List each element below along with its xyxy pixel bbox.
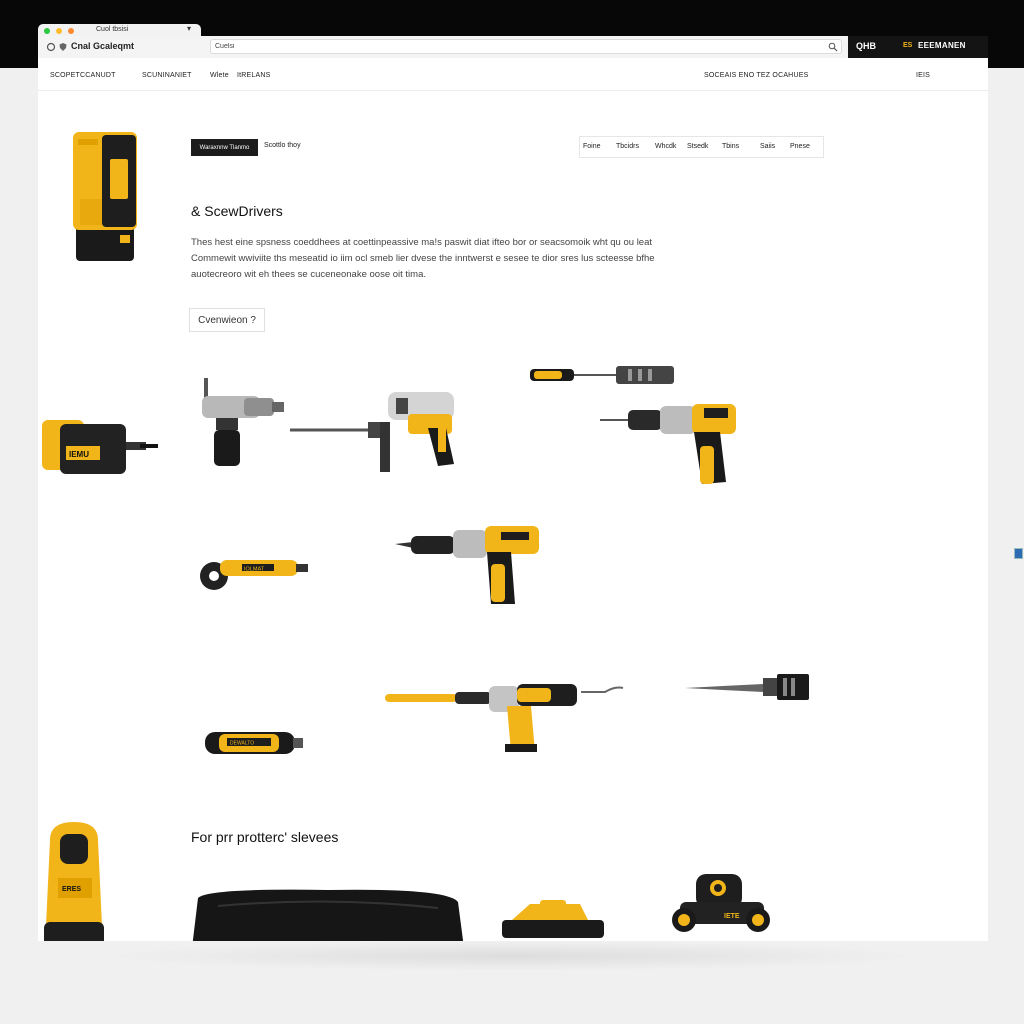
hammer-drill-icon[interactable] — [198, 374, 288, 470]
filter-item-1[interactable]: Foine — [583, 143, 601, 150]
grinder-icon[interactable]: IOLMAT — [198, 556, 310, 600]
account-prefix: ES — [903, 42, 913, 49]
web-page: Cnal Gcaleqmt QHB ES EEEMANEN SCOPETCCAN… — [38, 36, 988, 941]
sander-icon[interactable] — [500, 896, 606, 940]
filter-item-2[interactable]: Tbcidrs — [616, 143, 639, 150]
site-label: Cnal Gcaleqmt — [71, 41, 135, 51]
page-shadow — [100, 941, 924, 971]
window-dot-yellow[interactable] — [56, 28, 62, 34]
vehicle-icon[interactable]: IETE — [666, 872, 776, 934]
filter-item-3[interactable]: Whcdk — [655, 143, 676, 150]
address-bar: Cnal Gcaleqmt — [38, 36, 848, 59]
search-icon[interactable] — [828, 42, 838, 52]
filter-item-7[interactable]: Pnese — [790, 143, 810, 150]
nav-link-1[interactable]: SCOPETCCANUDT — [50, 72, 116, 79]
side-widget-icon[interactable] — [1014, 548, 1023, 559]
url-field[interactable] — [210, 39, 842, 54]
impact-driver-icon[interactable] — [383, 682, 633, 754]
account-bar[interactable]: QHB ES EEEMANEN — [848, 36, 988, 58]
filter-item-5[interactable]: Tbins — [722, 143, 739, 150]
category-heading: & ScewDrivers — [191, 203, 283, 219]
chisel-icon[interactable] — [683, 672, 813, 702]
nav-link-3[interactable]: Wlete — [210, 72, 229, 79]
multitool-label: DEWALTO — [230, 741, 254, 747]
account-short[interactable]: QHB — [856, 41, 876, 51]
top-nav: SCOPETCCANUDT SCUNINANIET Wlete ItRELANS… — [38, 58, 988, 91]
nav-link-collections[interactable]: SOCEAIS ENO TEZ OCAHUES — [704, 72, 808, 79]
secondary-cta-link[interactable]: Scottlo thoy — [264, 142, 301, 149]
vehicle-label: IETE — [724, 913, 740, 920]
section-heading: For prr protterc' slevees — [191, 829, 339, 845]
window-dot-green[interactable] — [44, 28, 50, 34]
back-icon[interactable] — [46, 42, 56, 52]
battery-icon[interactable] — [70, 129, 140, 265]
charger-label: IEMU — [69, 450, 89, 459]
screwdriver-icon[interactable] — [528, 364, 678, 386]
filter-bar: Foine Tbcidrs Whcdk Stsedk Tbins Saiis P… — [579, 136, 824, 158]
shield-icon — [59, 43, 67, 51]
multitool-icon[interactable]: DEWALTO — [203, 728, 305, 758]
grinder-label: IOLMAT — [244, 567, 265, 573]
bag-icon[interactable] — [188, 888, 468, 941]
category-description: Thes hest eine spsness coeddhees at coet… — [191, 237, 655, 280]
window-dot-orange[interactable] — [68, 28, 74, 34]
tab-dropdown-icon[interactable]: ▾ — [187, 24, 191, 33]
nav-link-4[interactable]: ItRELANS — [237, 72, 271, 79]
primary-cta-button[interactable]: Waraxnnw Tlanmo — [191, 139, 258, 156]
account-label[interactable]: EEEMANEN — [918, 41, 966, 50]
cart-link[interactable]: IEIS — [916, 72, 930, 79]
long-drill-icon[interactable] — [393, 524, 543, 606]
level-icon[interactable]: ERES — [42, 820, 106, 941]
level-label: ERES — [62, 886, 81, 893]
tab-title: Cuol tbsisi — [96, 26, 129, 33]
filter-item-6[interactable]: Saiis — [760, 143, 775, 150]
rotary-hammer-icon[interactable] — [288, 388, 458, 472]
filter-item-4[interactable]: Stsedk — [687, 143, 708, 150]
charger-icon[interactable]: IEMU — [40, 416, 160, 478]
nav-link-2[interactable]: SCUNINANIET — [142, 72, 192, 79]
drill-icon[interactable] — [598, 402, 740, 490]
overview-button[interactable]: Cvenwieon ? — [189, 308, 265, 332]
